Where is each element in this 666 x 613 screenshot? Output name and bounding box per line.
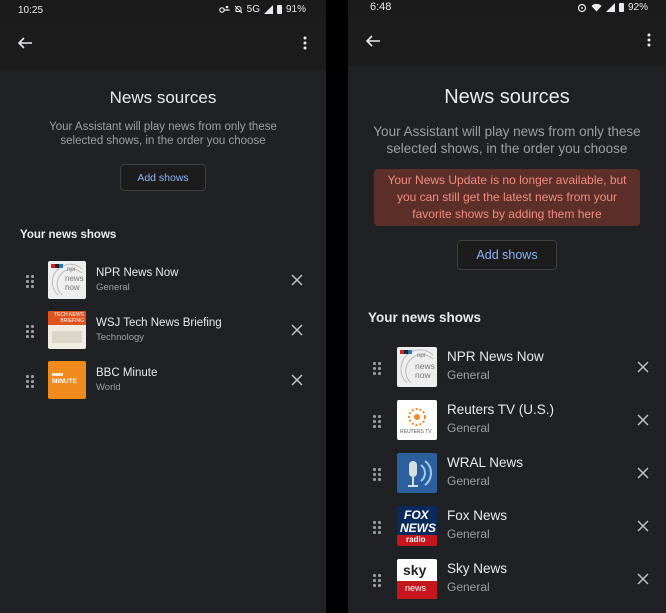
drag-handle-icon[interactable] bbox=[26, 275, 34, 288]
signal-icon bbox=[263, 5, 273, 14]
right-screenshot: 6:48 92% News sources Your Assistant wil… bbox=[348, 0, 666, 613]
status-time: 10:25 bbox=[18, 5, 44, 16]
page-subtitle: Your Assistant will play news from only … bbox=[373, 124, 641, 156]
remove-icon[interactable] bbox=[290, 273, 304, 287]
status-time: 6:48 bbox=[370, 1, 392, 13]
remove-icon[interactable] bbox=[636, 572, 650, 586]
show-category: General bbox=[447, 368, 490, 382]
battery-level: 92% bbox=[627, 2, 648, 13]
muted-bell-icon bbox=[234, 5, 242, 14]
npr-small-text: npr bbox=[417, 353, 426, 359]
list-item[interactable]: MINUTE BBC Minute World bbox=[0, 361, 326, 411]
show-category: General bbox=[96, 282, 130, 293]
vpn-key-icon bbox=[218, 5, 230, 13]
bbc-minute-logo: MINUTE bbox=[48, 361, 86, 399]
status-bar: 6:48 92% bbox=[348, 0, 666, 18]
show-name: Reuters TV (U.S.) bbox=[447, 402, 555, 417]
list-item[interactable]: REUTERS TV Reuters TV (U.S.) General bbox=[348, 398, 666, 451]
deprecation-warning-banner: Your News Update is no longer available,… bbox=[374, 169, 640, 226]
page-subtitle: Your Assistant will play news from only … bbox=[49, 121, 277, 147]
show-name: WRAL News bbox=[447, 455, 524, 470]
show-category: General bbox=[447, 527, 490, 541]
status-bar: 10:25 5G 91% bbox=[0, 0, 326, 20]
npr-now-text: now bbox=[415, 370, 431, 380]
list-item[interactable]: sky news Sky News General bbox=[348, 557, 666, 610]
page-content: News sources Your Assistant will play ne… bbox=[0, 88, 326, 411]
list-item[interactable]: npr news now NPR News Now General bbox=[348, 345, 666, 398]
remove-icon[interactable] bbox=[290, 323, 304, 337]
show-category: General bbox=[447, 474, 490, 488]
fox-logo-bottom: radio bbox=[406, 535, 426, 544]
battery-level: 91% bbox=[285, 4, 306, 15]
signal-icon bbox=[605, 3, 615, 12]
bbc-logo-text: MINUTE bbox=[52, 378, 77, 385]
network-type: 5G bbox=[246, 4, 260, 15]
reuters-logo-text: REUTERS TV bbox=[400, 429, 432, 435]
show-category: General bbox=[447, 421, 490, 435]
add-shows-button[interactable]: Add shows bbox=[457, 240, 557, 270]
drag-handle-icon[interactable] bbox=[373, 574, 381, 587]
show-name: Fox News bbox=[447, 508, 508, 523]
sky-logo-top: sky bbox=[403, 562, 427, 578]
drag-handle-icon[interactable] bbox=[26, 325, 34, 338]
back-arrow-icon[interactable] bbox=[362, 30, 384, 52]
remove-icon[interactable] bbox=[636, 466, 650, 480]
npr-news-text: news bbox=[65, 274, 84, 283]
npr-small-text: npr bbox=[67, 267, 76, 273]
show-category: World bbox=[96, 382, 121, 393]
remove-icon[interactable] bbox=[636, 360, 650, 374]
page-content: News sources Your Assistant will play ne… bbox=[348, 86, 666, 610]
show-name: BBC Minute bbox=[96, 367, 158, 379]
wsj-tech-news-logo: TECH NEWS BRIEFING bbox=[48, 311, 86, 349]
status-icons: 5G 91% bbox=[218, 4, 306, 15]
status-icons: 92% bbox=[577, 2, 648, 13]
drag-handle-icon[interactable] bbox=[373, 362, 381, 375]
show-name: NPR News Now bbox=[96, 267, 179, 279]
news-shows-list: npr news now NPR News Now General REUTER… bbox=[348, 345, 666, 610]
wral-news-logo bbox=[397, 453, 437, 493]
app-bar bbox=[348, 18, 666, 66]
section-title: Your news shows bbox=[20, 229, 117, 241]
more-options-icon[interactable] bbox=[646, 32, 652, 48]
remove-icon[interactable] bbox=[636, 519, 650, 533]
battery-icon bbox=[276, 5, 282, 14]
fox-logo-top: FOX bbox=[404, 508, 429, 522]
list-item[interactable]: npr news now NPR News Now General bbox=[0, 261, 326, 311]
left-screenshot: 10:25 5G 91% News sources Your Assistant… bbox=[0, 0, 326, 613]
drag-handle-icon[interactable] bbox=[373, 521, 381, 534]
list-item[interactable]: FOX NEWS radio Fox News General bbox=[348, 504, 666, 557]
remove-icon[interactable] bbox=[290, 373, 304, 387]
wsj-logo-text: TECH NEWS BRIEFING bbox=[54, 312, 84, 324]
npr-now-text: now bbox=[65, 283, 80, 292]
drag-handle-icon[interactable] bbox=[26, 375, 34, 388]
remove-icon[interactable] bbox=[636, 413, 650, 427]
npr-news-now-logo: npr news now bbox=[397, 347, 437, 387]
fox-logo-mid: NEWS bbox=[400, 521, 436, 535]
battery-icon bbox=[618, 3, 624, 12]
list-item[interactable]: WRAL News General bbox=[348, 451, 666, 504]
show-name: WSJ Tech News Briefing bbox=[96, 317, 222, 329]
app-bar bbox=[0, 20, 326, 70]
sync-icon bbox=[577, 3, 587, 12]
more-options-icon[interactable] bbox=[302, 35, 308, 51]
reuters-tv-logo: REUTERS TV bbox=[397, 400, 437, 440]
news-shows-list: npr news now NPR News Now General TECH N… bbox=[0, 261, 326, 411]
page-title: News sources bbox=[444, 86, 570, 108]
npr-news-now-logo: npr news now bbox=[48, 261, 86, 299]
sky-logo-bottom: news bbox=[405, 583, 427, 593]
show-name: NPR News Now bbox=[447, 349, 544, 364]
add-shows-button[interactable]: Add shows bbox=[120, 164, 206, 191]
back-arrow-icon[interactable] bbox=[14, 32, 36, 54]
show-category: Technology bbox=[96, 332, 145, 343]
drag-handle-icon[interactable] bbox=[373, 415, 381, 428]
show-name: Sky News bbox=[447, 561, 508, 576]
drag-handle-icon[interactable] bbox=[373, 468, 381, 481]
wifi-icon bbox=[591, 3, 602, 12]
section-title: Your news shows bbox=[368, 310, 482, 325]
page-title: News sources bbox=[109, 88, 217, 107]
fox-news-radio-logo: FOX NEWS radio bbox=[397, 506, 437, 546]
sky-news-logo: sky news bbox=[397, 559, 437, 599]
show-category: General bbox=[447, 580, 490, 594]
list-item[interactable]: TECH NEWS BRIEFING WSJ Tech News Briefin… bbox=[0, 311, 326, 361]
